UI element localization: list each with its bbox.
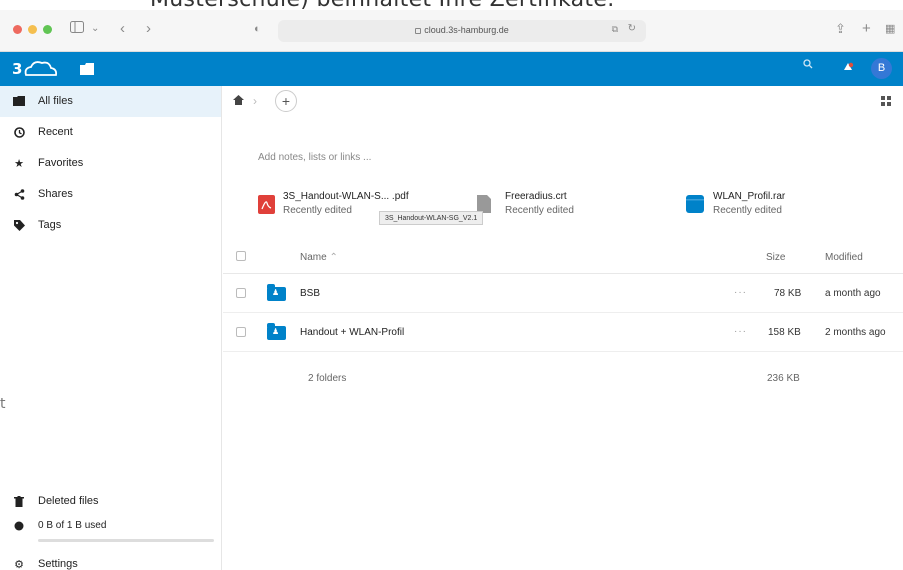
sidebar-item-favorites[interactable]: ★ Favorites <box>0 148 221 179</box>
tag-icon <box>13 220 25 232</box>
more-actions-icon[interactable]: ··· <box>734 287 747 298</box>
quota-progress-bar <box>38 539 214 542</box>
file-browser: › + Add notes, lists or links ... 3S_Han… <box>223 86 903 570</box>
gear-icon: ⚙ <box>14 559 24 570</box>
close-window-button[interactable] <box>13 25 22 34</box>
translate-icon[interactable]: ⧉ <box>612 24 618 35</box>
recent-file-name: 3S_Handout-WLAN-S... .pdf <box>283 191 409 202</box>
summary-count: 2 folders <box>308 373 347 384</box>
filename-tooltip: 3S_Handout-WLAN-SG_V2.1 <box>379 211 484 225</box>
zoom-window-button[interactable] <box>43 25 52 34</box>
file-modified: a month ago <box>825 288 881 299</box>
rich-workspace-placeholder[interactable]: Add notes, lists or links ... <box>258 152 371 163</box>
back-icon[interactable]: ‹ <box>120 18 125 40</box>
select-all-checkbox[interactable] <box>236 251 246 261</box>
summary-size: 236 KB <box>767 373 800 384</box>
sidebar-item-shares[interactable]: Shares <box>0 179 221 210</box>
sort-ascending-icon: ⌃ <box>329 252 338 263</box>
sidebar-item-label: Favorites <box>38 157 84 169</box>
sidebar-item-deleted-files[interactable]: Deleted files <box>0 486 221 517</box>
folder-icon <box>13 96 25 108</box>
quota-indicator[interactable]: 0 B of 1 B used <box>0 514 221 538</box>
more-actions-icon[interactable]: ··· <box>734 326 747 337</box>
pie-chart-icon <box>13 521 25 533</box>
app-header: 3 B <box>0 52 903 86</box>
sidebar-item-all-files[interactable]: All files <box>0 86 221 117</box>
recent-file-status: Recently edited <box>713 205 782 216</box>
sidebar-toggle-icon[interactable] <box>70 18 84 40</box>
column-modified[interactable]: Modified <box>825 252 863 263</box>
sidebar-item-label: Deleted files <box>38 495 99 507</box>
shared-folder-icon: ♟ <box>267 323 286 340</box>
quota-text: 0 B of 1 B used <box>38 520 107 531</box>
new-tab-icon[interactable]: + <box>862 18 871 40</box>
pdf-icon <box>258 195 275 217</box>
recent-file-card[interactable]: Freeradius.crt Recently edited <box>477 190 657 224</box>
recent-file-name: WLAN_Profil.rar <box>713 191 786 202</box>
share-icon[interactable]: ⇪ <box>835 18 846 40</box>
privacy-shield-icon[interactable]: ◐ <box>254 18 261 40</box>
sidebar-item-label: Tags <box>38 219 62 231</box>
svg-text:3: 3 <box>12 60 22 78</box>
sidebar-item-recent[interactable]: Recent <box>0 117 221 148</box>
browser-toolbar: ⌄ ‹ › ◐ cloud.3s-hamburg.de ⧉ ↻ ⇪ + ▦ <box>0 10 903 52</box>
recent-file-status: Recently edited <box>505 205 574 216</box>
column-name[interactable]: Name ⌃ <box>300 252 338 263</box>
share-icon <box>13 189 25 201</box>
recent-file-card[interactable]: WLAN_Profil.rar Recently edited <box>686 190 866 224</box>
address-bar[interactable]: cloud.3s-hamburg.de ⧉ ↻ <box>278 20 646 42</box>
clock-icon <box>13 127 25 139</box>
column-size[interactable]: Size <box>766 252 785 263</box>
notifications-icon[interactable] <box>842 61 854 76</box>
table-row[interactable]: ♟ Handout + WLAN-Profil ··· 158 KB 2 mon… <box>223 313 903 352</box>
recent-file-name: Freeradius.crt <box>505 191 567 202</box>
breadcrumb-separator: › <box>253 94 257 108</box>
chevron-down-icon[interactable]: ⌄ <box>91 18 99 40</box>
sidebar-item-label: Recent <box>38 126 73 138</box>
margin-text: t <box>0 396 6 412</box>
grid-view-icon[interactable] <box>881 96 891 106</box>
file-name[interactable]: BSB <box>300 288 320 299</box>
row-checkbox[interactable] <box>236 327 246 337</box>
sidebar-item-label: Shares <box>38 188 73 200</box>
sidebar-item-label: Settings <box>38 558 78 570</box>
file-modified: 2 months ago <box>825 327 886 338</box>
minimize-window-button[interactable] <box>28 25 37 34</box>
table-row[interactable]: ♟ BSB ··· 78 KB a month ago <box>223 274 903 313</box>
trash-icon <box>13 496 25 508</box>
user-avatar[interactable]: B <box>871 58 892 79</box>
file-size: 78 KB <box>774 288 802 299</box>
reload-icon[interactable]: ↻ <box>628 23 636 34</box>
home-icon[interactable] <box>233 95 244 108</box>
new-file-button[interactable]: + <box>275 90 297 112</box>
forward-icon[interactable]: › <box>146 18 151 40</box>
sidebar-item-label: All files <box>38 95 73 107</box>
files-app-icon[interactable] <box>80 63 94 78</box>
tab-overview-icon[interactable]: ▦ <box>885 18 895 40</box>
cloud-logo-icon[interactable]: 3 <box>12 58 62 83</box>
shared-folder-icon: ♟ <box>267 284 286 301</box>
search-icon[interactable] <box>803 59 813 72</box>
file-list-header: Name ⌃ Size Modified <box>223 242 903 274</box>
sidebar-item-tags[interactable]: Tags <box>0 210 221 241</box>
navigation-sidebar: All files Recent ★ Favorites Shares Tags… <box>0 86 222 570</box>
file-name[interactable]: Handout + WLAN-Profil <box>300 327 404 338</box>
caption-text: Musterschule) beinhaltet Ihre Zertifikat… <box>150 0 615 12</box>
file-size: 158 KB <box>768 327 801 338</box>
lock-icon <box>415 27 422 34</box>
sidebar-item-settings[interactable]: ⚙ Settings <box>0 549 221 570</box>
star-icon: ★ <box>14 158 24 170</box>
url-text: cloud.3s-hamburg.de <box>424 25 509 35</box>
archive-icon <box>686 195 704 216</box>
row-checkbox[interactable] <box>236 288 246 298</box>
